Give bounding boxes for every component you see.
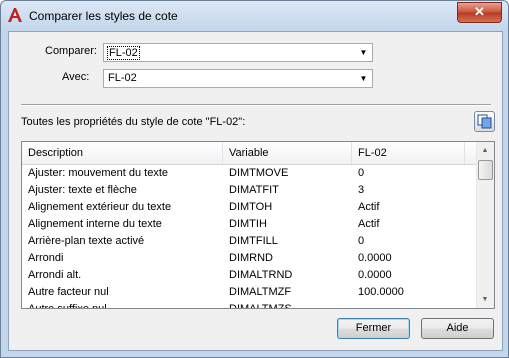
close-icon: ✕ <box>474 4 485 19</box>
scroll-thumb[interactable] <box>478 160 493 180</box>
cell-variable: DIMALTRND <box>229 269 293 281</box>
table-row[interactable]: Autre facteur nul DIMALTMZF 100.0000 <box>22 284 478 301</box>
cell-variable: DIMRND <box>229 252 273 264</box>
title-bar[interactable]: Comparer les styles de cote ✕ <box>1 1 508 31</box>
cell-description: Arrondi <box>28 252 64 264</box>
cell-value: Actif <box>358 218 380 230</box>
close-dialog-button[interactable]: Fermer <box>337 318 410 339</box>
table-row[interactable]: Alignement interne du texte DIMTIH Actif <box>22 216 478 233</box>
chevron-down-icon[interactable]: ▼ <box>355 70 372 87</box>
dialog-window: Comparer les styles de cote ✕ Comparer: … <box>0 0 509 358</box>
dialog-body: Comparer: FL-02 ▼ Avec: FL-02 ▼ Toutes l… <box>8 31 503 351</box>
cell-value: 0 <box>358 167 365 179</box>
cell-value: 0.0000 <box>358 252 392 264</box>
with-value: FL-02 <box>108 72 137 84</box>
autocad-a-icon <box>8 8 22 22</box>
table-row[interactable]: Arrondi alt. DIMALTRND 0.0000 <box>22 267 478 284</box>
cell-variable: DIMTFILL <box>229 235 278 247</box>
table-row[interactable]: Autre suffixe nul DIMALTMZS <box>22 301 478 309</box>
table-row[interactable]: Ajuster: mouvement du texte DIMTMOVE 0 <box>22 165 478 182</box>
table-row[interactable]: Alignement extérieur du texte DIMTOH Actif <box>22 199 478 216</box>
copy-to-clipboard-icon <box>477 114 492 129</box>
table-row[interactable]: Arrondi DIMRND 0.0000 <box>22 250 478 267</box>
separator <box>21 104 491 106</box>
cell-variable: DIMATFIT <box>229 184 279 196</box>
window-title: Comparer les styles de cote <box>29 9 178 23</box>
table-row[interactable]: Ajuster: texte et flèche DIMATFIT 3 <box>22 182 478 199</box>
with-dropdown[interactable]: FL-02 ▼ <box>103 69 373 88</box>
cell-description: Arrondi alt. <box>28 269 82 281</box>
cell-variable: DIMTMOVE <box>229 167 289 179</box>
column-header-fl02[interactable]: FL-02 <box>352 142 465 164</box>
cell-variable: DIMTIH <box>229 218 267 230</box>
cell-variable: DIMALTMZS <box>229 303 292 309</box>
cell-description: Alignement extérieur du texte <box>28 201 172 213</box>
vertical-scrollbar[interactable]: ▲ ▼ <box>476 142 494 308</box>
help-button[interactable]: Aide <box>421 318 494 339</box>
section-label: Toutes les propriétés du style de cote "… <box>21 116 246 128</box>
with-label: Avec: <box>62 71 90 83</box>
compare-dropdown[interactable]: FL-02 ▼ <box>103 43 373 62</box>
table-rows: Ajuster: mouvement du texte DIMTMOVE 0 Ajus… <box>22 165 478 309</box>
close-button[interactable]: ✕ <box>457 2 502 23</box>
compare-value: FL-02 <box>107 46 140 60</box>
cell-value: 100.0000 <box>358 286 404 298</box>
cell-variable: DIMALTMZF <box>229 286 292 298</box>
table-header: Description Variable FL-02 <box>22 142 478 165</box>
table-row[interactable]: Arrière-plan texte activé DIMTFILL 0 <box>22 233 478 250</box>
properties-table[interactable]: Description Variable FL-02 Ajuster: mouv… <box>21 141 495 309</box>
cell-description: Ajuster: texte et flèche <box>28 184 137 196</box>
scroll-up-icon[interactable]: ▲ <box>477 142 493 159</box>
cell-description: Autre suffixe nul <box>28 303 107 309</box>
column-header-description[interactable]: Description <box>22 142 223 164</box>
cell-value: 0.0000 <box>358 269 392 281</box>
cell-value: 0 <box>358 235 365 247</box>
cell-description: Arrière-plan texte activé <box>28 235 145 247</box>
cell-description: Autre facteur nul <box>28 286 109 298</box>
compare-label: Comparer: <box>45 45 97 57</box>
scroll-down-icon[interactable]: ▼ <box>477 291 493 308</box>
cell-description: Alignement interne du texte <box>28 218 162 230</box>
chevron-down-icon[interactable]: ▼ <box>355 44 372 61</box>
cell-value: 3 <box>358 184 365 196</box>
copy-button[interactable] <box>474 111 495 132</box>
column-header-variable[interactable]: Variable <box>223 142 352 164</box>
cell-value: Actif <box>358 201 380 213</box>
cell-variable: DIMTOH <box>229 201 273 213</box>
cell-description: Ajuster: mouvement du texte <box>28 167 169 179</box>
